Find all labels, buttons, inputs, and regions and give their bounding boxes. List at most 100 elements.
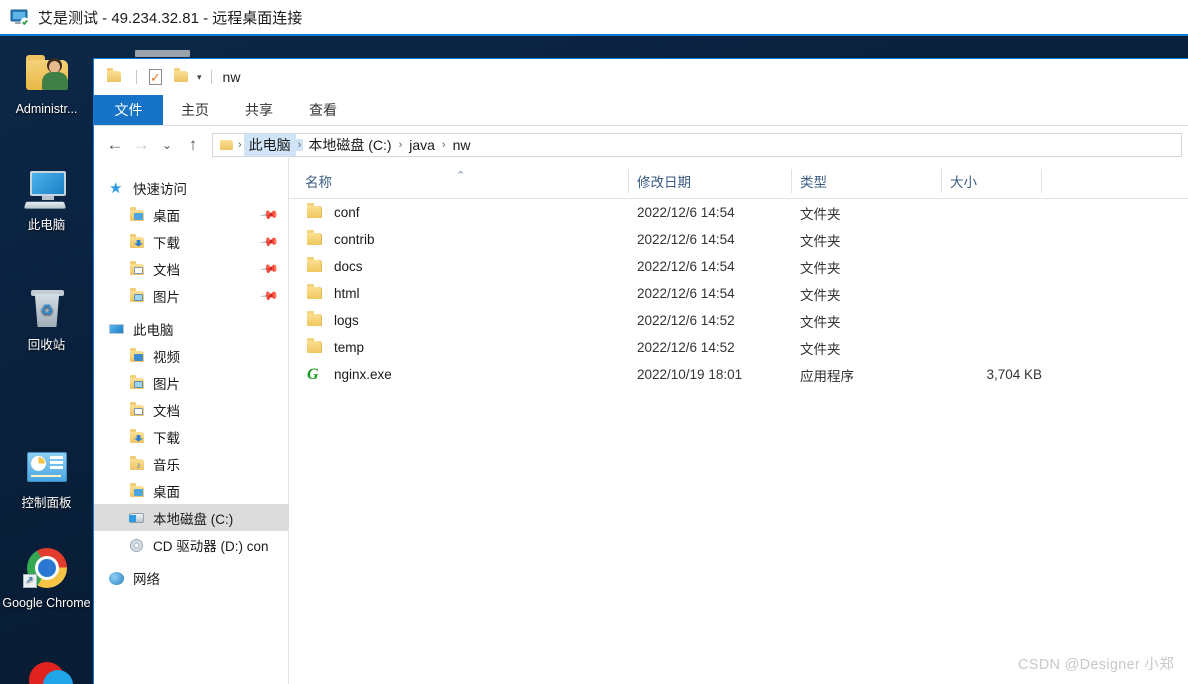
column-header-date-modified[interactable]: 修改日期 bbox=[629, 169, 792, 198]
nav-item-downloads-pc[interactable]: 下载 bbox=[94, 423, 289, 450]
column-divider[interactable] bbox=[1041, 169, 1042, 193]
file-name-cell: docs bbox=[289, 257, 629, 275]
breadcrumb[interactable]: › 此电脑 › 本地磁盘 (C:) › java › nw bbox=[212, 133, 1182, 157]
folder-icon bbox=[219, 139, 234, 151]
recent-locations-button[interactable]: ⌄ bbox=[154, 132, 180, 158]
file-name: logs bbox=[334, 313, 359, 328]
pin-icon[interactable]: 📌 bbox=[259, 285, 279, 305]
file-type: 应用程序 bbox=[800, 368, 854, 384]
tab-view[interactable]: 查看 bbox=[291, 95, 355, 125]
table-row[interactable]: conf 2022/12/6 14:54 文件夹 bbox=[289, 199, 1188, 226]
column-header-size[interactable]: 大小 bbox=[942, 169, 1042, 198]
desktop-icon-administrator[interactable]: Administr... bbox=[0, 50, 93, 117]
table-row[interactable]: logs 2022/12/6 14:52 文件夹 bbox=[289, 307, 1188, 334]
recycle-bin-icon: ♻ bbox=[23, 286, 71, 334]
column-label: 类型 bbox=[800, 175, 827, 190]
user-folder-icon bbox=[23, 50, 71, 98]
breadcrumb-item-nw[interactable]: nw bbox=[448, 136, 476, 154]
desktop-icon-google-chrome[interactable]: ↗ Google Chrome bbox=[0, 544, 93, 611]
file-name-cell: logs bbox=[289, 311, 629, 329]
breadcrumb-item-this-pc[interactable]: 此电脑 bbox=[243, 134, 296, 156]
breadcrumb-separator[interactable]: › bbox=[397, 139, 405, 151]
hard-drive-icon bbox=[128, 510, 146, 526]
pictures-folder-icon bbox=[128, 287, 146, 304]
back-button[interactable]: ← bbox=[102, 132, 128, 158]
file-name: conf bbox=[334, 205, 360, 220]
ribbon-tab-bar: 文件 主页 共享 查看 bbox=[94, 95, 1188, 125]
remote-desktop-icon bbox=[10, 7, 30, 27]
tab-file[interactable]: 文件 bbox=[94, 95, 163, 125]
quick-access-toolbar: ✓ ▾ nw bbox=[94, 59, 1188, 95]
pin-icon[interactable]: 📌 bbox=[259, 204, 279, 224]
column-label: 修改日期 bbox=[637, 175, 691, 190]
navigation-pane: ★ 快速访问 桌面 📌 下载 📌 文档 📌 图片 📌 此电脑 视频 图片 文档 … bbox=[94, 158, 289, 684]
breadcrumb-separator: › bbox=[238, 139, 242, 151]
column-header-type[interactable]: 类型 bbox=[792, 169, 942, 198]
toolbar-divider bbox=[136, 70, 137, 84]
tab-home[interactable]: 主页 bbox=[163, 95, 227, 125]
nav-item-cd-drive-d[interactable]: CD 驱动器 (D:) con bbox=[94, 531, 289, 558]
nav-item-music[interactable]: ♪ 音乐 bbox=[94, 450, 289, 477]
file-name: nginx.exe bbox=[334, 367, 392, 382]
desktop-icon-partial-app[interactable] bbox=[0, 656, 93, 684]
nav-item-pictures[interactable]: 图片 📌 bbox=[94, 282, 289, 309]
table-row[interactable]: contrib 2022/12/6 14:54 文件夹 bbox=[289, 226, 1188, 253]
partial-app-icon bbox=[23, 656, 73, 684]
desktop-icon-label: 控制面板 bbox=[21, 496, 72, 510]
file-name: docs bbox=[334, 259, 363, 274]
nav-item-local-disk-c[interactable]: 本地磁盘 (C:) bbox=[94, 504, 289, 531]
nav-item-desktop[interactable]: 桌面 📌 bbox=[94, 201, 289, 228]
properties-checkbox-icon[interactable]: ✓ bbox=[144, 66, 166, 88]
nav-group-quick-access[interactable]: ★ 快速访问 bbox=[94, 174, 289, 201]
file-list-pane: 名称 修改日期 类型 大小 ⌃ conf 2022/12/6 14:54 文件夹… bbox=[289, 164, 1188, 684]
window-drag-handle[interactable] bbox=[135, 50, 190, 57]
nav-item-desktop-pc[interactable]: 桌面 bbox=[94, 477, 289, 504]
table-row[interactable]: G nginx.exe 2022/10/19 18:01 应用程序 3,704 … bbox=[289, 361, 1188, 388]
desktop-icon-recycle-bin[interactable]: ♻ 回收站 bbox=[0, 286, 93, 353]
documents-folder-icon bbox=[128, 260, 146, 277]
file-type: 文件夹 bbox=[800, 314, 841, 330]
nav-group-this-pc[interactable]: 此电脑 bbox=[94, 315, 289, 342]
pin-icon[interactable]: 📌 bbox=[259, 258, 279, 278]
folder-icon bbox=[305, 284, 325, 302]
properties-folder-icon[interactable] bbox=[103, 66, 125, 88]
folder-icon bbox=[305, 230, 325, 248]
file-date: 2022/12/6 14:54 bbox=[637, 286, 735, 301]
breadcrumb-separator[interactable]: › bbox=[440, 139, 448, 151]
nav-item-videos[interactable]: 视频 bbox=[94, 342, 289, 369]
file-name: contrib bbox=[334, 232, 375, 247]
breadcrumb-separator[interactable]: › bbox=[295, 139, 304, 151]
forward-button[interactable]: → bbox=[128, 132, 154, 158]
breadcrumb-item-java[interactable]: java bbox=[404, 136, 440, 154]
desktop-icon-control-panel[interactable]: 控制面板 bbox=[0, 444, 93, 511]
file-size: 3,704 KB bbox=[986, 367, 1042, 382]
table-row[interactable]: temp 2022/12/6 14:52 文件夹 bbox=[289, 334, 1188, 361]
nav-item-downloads[interactable]: 下载 📌 bbox=[94, 228, 289, 255]
file-name-cell: html bbox=[289, 284, 629, 302]
table-row[interactable]: html 2022/12/6 14:54 文件夹 bbox=[289, 280, 1188, 307]
up-button[interactable]: ↑ bbox=[180, 132, 206, 158]
new-folder-icon[interactable] bbox=[170, 66, 192, 88]
nav-item-pictures-pc[interactable]: 图片 bbox=[94, 369, 289, 396]
breadcrumb-item-local-disk-c[interactable]: 本地磁盘 (C:) bbox=[303, 134, 396, 156]
remote-desktop-surface[interactable]: Administr... 此电脑 ♻ 回收站 控制面板 ↗ Google Chr… bbox=[0, 36, 1188, 684]
this-pc-icon bbox=[23, 166, 71, 214]
music-folder-icon: ♪ bbox=[128, 455, 146, 472]
nav-label: 此电脑 bbox=[133, 322, 174, 338]
chevron-down-icon[interactable]: ▾ bbox=[197, 72, 202, 83]
pin-icon[interactable]: 📌 bbox=[259, 231, 279, 251]
nav-group-network[interactable]: 网络 bbox=[94, 564, 289, 591]
file-date: 2022/10/19 18:01 bbox=[637, 367, 743, 382]
network-icon bbox=[108, 570, 126, 586]
desktop-icon-this-pc[interactable]: 此电脑 bbox=[0, 166, 93, 233]
tab-share[interactable]: 共享 bbox=[227, 95, 291, 125]
nav-item-documents-pc[interactable]: 文档 bbox=[94, 396, 289, 423]
address-bar: ← → ⌄ ↑ › 此电脑 › 本地磁盘 (C:) › java › nw bbox=[94, 126, 1188, 164]
nav-item-documents[interactable]: 文档 📌 bbox=[94, 255, 289, 282]
table-row[interactable]: docs 2022/12/6 14:54 文件夹 bbox=[289, 253, 1188, 280]
nav-label: 文档 bbox=[153, 262, 180, 278]
file-name: temp bbox=[334, 340, 365, 355]
file-explorer-window: ✓ ▾ nw 文件 主页 共享 查看 ← → ⌄ ↑ › 此电脑 › 本地磁盘 … bbox=[93, 58, 1188, 684]
folder-icon bbox=[305, 257, 325, 275]
folder-icon bbox=[305, 203, 325, 221]
